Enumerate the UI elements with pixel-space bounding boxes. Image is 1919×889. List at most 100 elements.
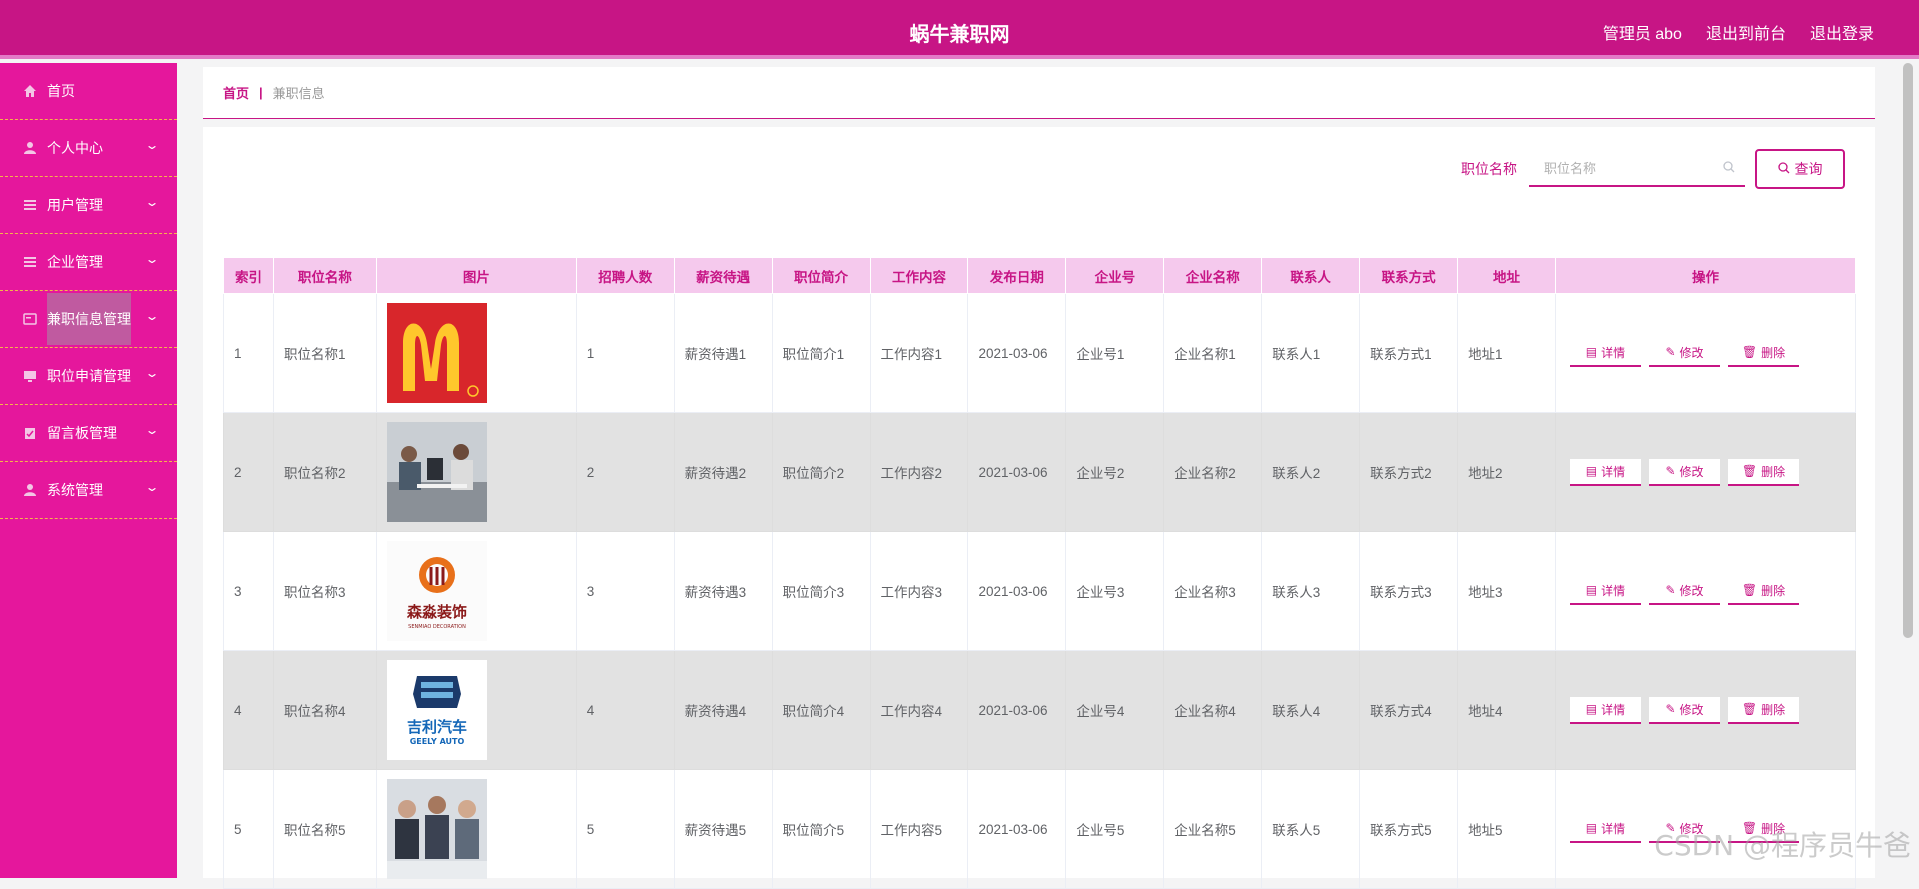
column-header: 工作内容 [870, 258, 968, 294]
sidebar-item-application-management[interactable]: 职位申请管理 ⌄ [0, 348, 177, 405]
cell-index: 3 [224, 532, 274, 651]
cell-image [376, 294, 576, 413]
sidebar-item-label: 职位申请管理 [47, 366, 131, 386]
top-bar: 蜗牛兼职网 管理员 abo 退出到前台 退出登录 [0, 0, 1919, 59]
breadcrumb-home-link[interactable]: 首页 [223, 83, 249, 102]
detail-button[interactable]: ▤详情 [1570, 697, 1641, 724]
cell-intro: 职位简介3 [772, 532, 870, 651]
chevron-down-icon: ⌄ [144, 480, 159, 494]
table-row: 2 职位名称2 2 [224, 413, 1856, 532]
column-header: 联系方式 [1360, 258, 1458, 294]
sidebar-item-message-board[interactable]: 留言板管理 ⌄ [0, 405, 177, 462]
cell-corp-name: 企业名称4 [1164, 651, 1262, 770]
clipboard-icon [22, 425, 38, 441]
sidebar-item-user-management[interactable]: 用户管理 ⌄ [0, 177, 177, 234]
cell-content: 工作内容4 [870, 651, 968, 770]
edit-icon: ✎ [1665, 583, 1675, 597]
cell-address: 地址5 [1458, 770, 1556, 889]
cell-corp-no: 企业号4 [1066, 651, 1164, 770]
edit-button[interactable]: ✎修改 [1649, 697, 1720, 724]
edit-icon: ✎ [1665, 702, 1675, 716]
edit-button[interactable]: ✎修改 [1649, 578, 1720, 605]
document-icon: ▤ [1586, 345, 1597, 359]
cell-intro: 职位简介4 [772, 651, 870, 770]
delete-button[interactable]: 🗑删除 [1728, 578, 1799, 605]
breadcrumb-current: 兼职信息 [273, 83, 325, 102]
chevron-down-icon: ⌄ [144, 195, 159, 209]
chevron-down-icon: ⌄ [144, 252, 159, 266]
cell-actions: ▤详情 ✎修改 🗑删除 [1555, 294, 1855, 413]
edit-button[interactable]: ✎修改 [1649, 459, 1720, 486]
cell-actions: ▤详情 ✎修改 🗑删除 [1555, 413, 1855, 532]
cell-index: 1 [224, 294, 274, 413]
cell-salary: 薪资待遇5 [674, 770, 772, 889]
chevron-down-icon: ⌄ [144, 309, 159, 323]
cell-job-name: 职位名称2 [273, 413, 376, 532]
cell-address: 地址1 [1458, 294, 1556, 413]
svg-text:GEELY AUTO: GEELY AUTO [410, 737, 465, 746]
svg-text:森淼装饰: 森淼装饰 [407, 603, 467, 621]
cell-content: 工作内容3 [870, 532, 968, 651]
cell-salary: 薪资待遇2 [674, 413, 772, 532]
sidebar-item-label: 首页 [47, 81, 75, 101]
cell-address: 地址4 [1458, 651, 1556, 770]
cell-corp-name: 企业名称2 [1164, 413, 1262, 532]
cell-corp-name: 企业名称5 [1164, 770, 1262, 889]
search-icon [1723, 161, 1735, 176]
cell-intro: 职位简介1 [772, 294, 870, 413]
sidebar-item-company-management[interactable]: 企业管理 ⌄ [0, 234, 177, 291]
cell-job-name: 职位名称1 [273, 294, 376, 413]
detail-button[interactable]: ▤详情 [1570, 340, 1641, 367]
delete-button[interactable]: 🗑删除 [1728, 697, 1799, 724]
cell-content: 工作内容1 [870, 294, 968, 413]
svg-text:吉利汽车: 吉利汽车 [407, 718, 467, 736]
column-header: 索引 [224, 258, 274, 294]
vertical-scrollbar[interactable] [1903, 63, 1913, 638]
delete-button[interactable]: 🗑删除 [1728, 340, 1799, 367]
cell-date: 2021-03-06 [968, 294, 1066, 413]
chevron-down-icon: ⌄ [144, 138, 159, 152]
detail-button[interactable]: ▤详情 [1570, 816, 1641, 843]
table-row: 4 职位名称4 吉利汽车 GEELY AUTO 4 薪资待遇4 [224, 651, 1856, 770]
detail-button[interactable]: ▤详情 [1570, 459, 1641, 486]
column-header: 企业号 [1066, 258, 1164, 294]
column-header: 操作 [1555, 258, 1855, 294]
user-icon [22, 140, 38, 156]
detail-button[interactable]: ▤详情 [1570, 578, 1641, 605]
trash-icon: 🗑 [1742, 583, 1757, 597]
column-header: 发布日期 [968, 258, 1066, 294]
search-row: 职位名称 查询 [1461, 149, 1845, 189]
admin-user-link[interactable]: 管理员 abo [1603, 20, 1682, 44]
sidebar-item-parttime-management[interactable]: 兼职信息管理 ⌄ [0, 291, 177, 348]
user-icon [22, 482, 38, 498]
cell-intro: 职位简介2 [772, 413, 870, 532]
sidebar-item-label: 留言板管理 [47, 423, 117, 443]
cell-date: 2021-03-06 [968, 770, 1066, 889]
table-row: 1 职位名称1 1 薪资待遇1 职位简介1 工作内容1 2021-03-06 [224, 294, 1856, 413]
sidebar-item-home[interactable]: 首页 [0, 63, 177, 120]
cell-count: 1 [576, 294, 674, 413]
cell-address: 地址3 [1458, 532, 1556, 651]
document-icon: ▤ [1586, 821, 1597, 835]
card-icon [22, 311, 38, 327]
cell-corp-name: 企业名称1 [1164, 294, 1262, 413]
cell-job-name: 职位名称4 [273, 651, 376, 770]
search-input[interactable] [1529, 151, 1745, 185]
logout-link[interactable]: 退出登录 [1810, 20, 1874, 44]
document-icon: ▤ [1586, 702, 1597, 716]
edit-button[interactable]: ✎修改 [1649, 340, 1720, 367]
sidebar-item-personal-center[interactable]: 个人中心 ⌄ [0, 120, 177, 177]
delete-button[interactable]: 🗑删除 [1728, 459, 1799, 486]
search-input-wrap [1529, 151, 1745, 187]
search-icon [1778, 161, 1790, 177]
query-button[interactable]: 查询 [1755, 149, 1845, 189]
exit-to-frontend-link[interactable]: 退出到前台 [1706, 20, 1786, 44]
cell-salary: 薪资待遇4 [674, 651, 772, 770]
list-icon [22, 254, 38, 270]
mcdonalds-logo-image [387, 303, 487, 403]
sidebar-item-system-management[interactable]: 系统管理 ⌄ [0, 462, 177, 519]
cell-salary: 薪资待遇3 [674, 532, 772, 651]
column-header: 招聘人数 [576, 258, 674, 294]
geely-auto-logo: 吉利汽车 GEELY AUTO [387, 660, 487, 760]
cell-address: 地址2 [1458, 413, 1556, 532]
